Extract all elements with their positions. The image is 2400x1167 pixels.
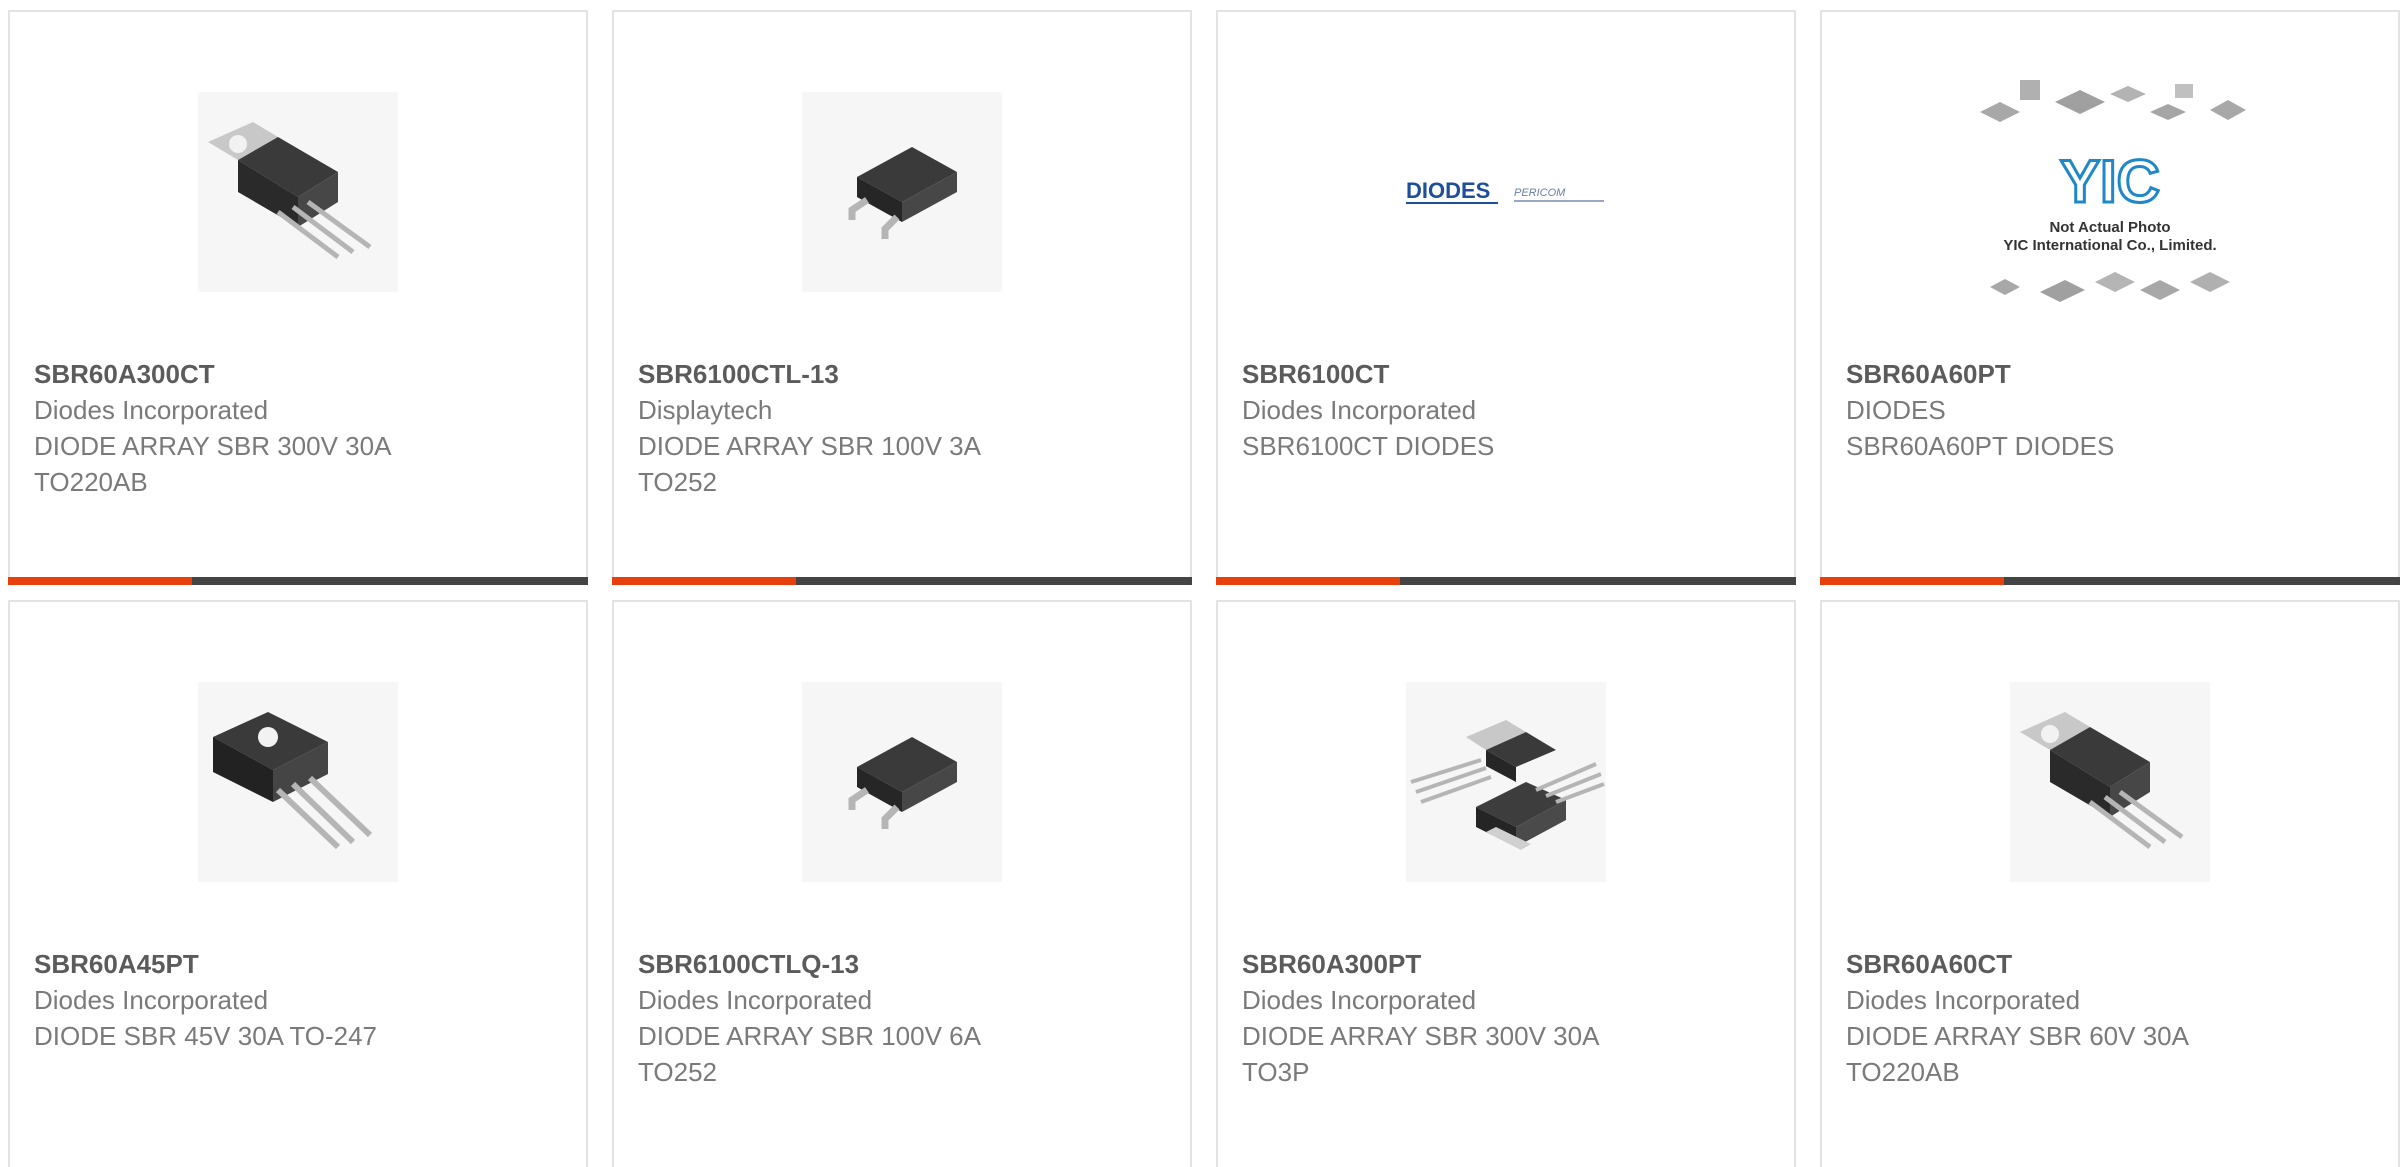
product-card[interactable]: SBR60A300CT Diodes Incorporated DIODE AR…	[8, 10, 588, 585]
yic-placeholder-logo: YIC Not Actual Photo YIC International C…	[1980, 80, 2246, 302]
product-image[interactable]	[614, 72, 1190, 312]
part-number[interactable]: SBR6100CT	[1242, 356, 1770, 392]
manufacturer: Diodes Incorporated	[34, 985, 269, 1015]
product-card[interactable]: DIODES PERICOM SBR6100CT Diodes Incorpor…	[1216, 10, 1796, 585]
description: DIODE SBR 45V 30A TO-247	[34, 1021, 377, 1051]
part-number[interactable]: SBR60A60CT	[1846, 946, 2374, 982]
product-card[interactable]: SBR60A60CT Diodes Incorporated DIODE ARR…	[1820, 600, 2400, 1167]
svg-text:YIC International Co., Limited: YIC International Co., Limited.	[2003, 237, 2216, 254]
package: TO252	[638, 1057, 718, 1087]
to247-package-icon	[213, 712, 373, 850]
manufacturer: Diodes Incorporated	[1846, 985, 2081, 1015]
product-card[interactable]: SBR60A45PT Diodes Incorporated DIODE SBR…	[8, 600, 588, 1167]
description: DIODE ARRAY SBR 60V 30A	[1846, 1021, 2189, 1051]
card-accent	[1216, 577, 1400, 585]
part-number[interactable]: SBR60A300CT	[34, 356, 562, 392]
description: DIODE ARRAY SBR 100V 6A	[638, 1021, 981, 1051]
manufacturer: DIODES	[1846, 395, 1946, 425]
card-bottom-bar	[612, 577, 1192, 585]
to220-package-icon	[2020, 712, 2184, 849]
product-grid: SBR60A300CT Diodes Incorporated DIODE AR…	[0, 0, 2400, 1167]
svg-text:DIODES: DIODES	[1406, 178, 1490, 203]
to3p-package-icon	[1410, 720, 1605, 850]
to252-package-icon	[848, 737, 957, 829]
part-number[interactable]: SBR6100CTLQ-13	[638, 946, 1166, 982]
product-image[interactable]	[1822, 662, 2398, 902]
description: SBR6100CT DIODES	[1242, 431, 1495, 461]
product-image[interactable]	[10, 662, 586, 902]
card-accent	[1820, 577, 2004, 585]
card-accent	[8, 577, 192, 585]
product-image[interactable]	[10, 72, 586, 312]
to252-package-icon	[848, 147, 957, 239]
part-number[interactable]: SBR60A45PT	[34, 946, 562, 982]
product-card[interactable]: YIC Not Actual Photo YIC International C…	[1820, 10, 2400, 585]
svg-text:Not Actual Photo: Not Actual Photo	[2049, 219, 2170, 236]
card-bottom-bar	[1216, 577, 1796, 585]
description: DIODE ARRAY SBR 300V 30A	[1242, 1021, 1600, 1051]
product-card[interactable]: SBR60A300PT Diodes Incorporated DIODE AR…	[1216, 600, 1796, 1167]
part-number[interactable]: SBR60A300PT	[1242, 946, 1770, 982]
product-image[interactable]: YIC Not Actual Photo YIC International C…	[1822, 72, 2398, 312]
card-bottom-bar	[1820, 577, 2400, 585]
product-image[interactable]	[1218, 662, 1794, 902]
product-card[interactable]: SBR6100CTLQ-13 Diodes Incorporated DIODE…	[612, 600, 1192, 1167]
description: DIODE ARRAY SBR 300V 30A	[34, 431, 392, 461]
diodes-pericom-logo: DIODES PERICOM	[1406, 178, 1604, 204]
package: TO252	[638, 467, 718, 497]
manufacturer: Displaytech	[638, 395, 773, 425]
product-image[interactable]	[614, 662, 1190, 902]
card-accent	[612, 577, 796, 585]
product-card[interactable]: SBR6100CTL-13 Displaytech DIODE ARRAY SB…	[612, 10, 1192, 585]
package: TO3P	[1242, 1057, 1310, 1087]
to220-package-icon	[208, 122, 372, 259]
part-number[interactable]: SBR6100CTL-13	[638, 356, 1166, 392]
manufacturer: Diodes Incorporated	[34, 395, 269, 425]
manufacturer: Diodes Incorporated	[638, 985, 873, 1015]
card-bottom-bar	[8, 577, 588, 585]
part-number[interactable]: SBR60A60PT	[1846, 356, 2374, 392]
description: DIODE ARRAY SBR 100V 3A	[638, 431, 981, 461]
description: SBR60A60PT DIODES	[1846, 431, 2115, 461]
manufacturer: Diodes Incorporated	[1242, 395, 1477, 425]
svg-text:YIC: YIC	[2060, 148, 2160, 215]
svg-text:PERICOM: PERICOM	[1514, 187, 1566, 199]
product-image[interactable]: DIODES PERICOM	[1218, 72, 1794, 312]
package: TO220AB	[1846, 1057, 1960, 1087]
package: TO220AB	[34, 467, 148, 497]
manufacturer: Diodes Incorporated	[1242, 985, 1477, 1015]
